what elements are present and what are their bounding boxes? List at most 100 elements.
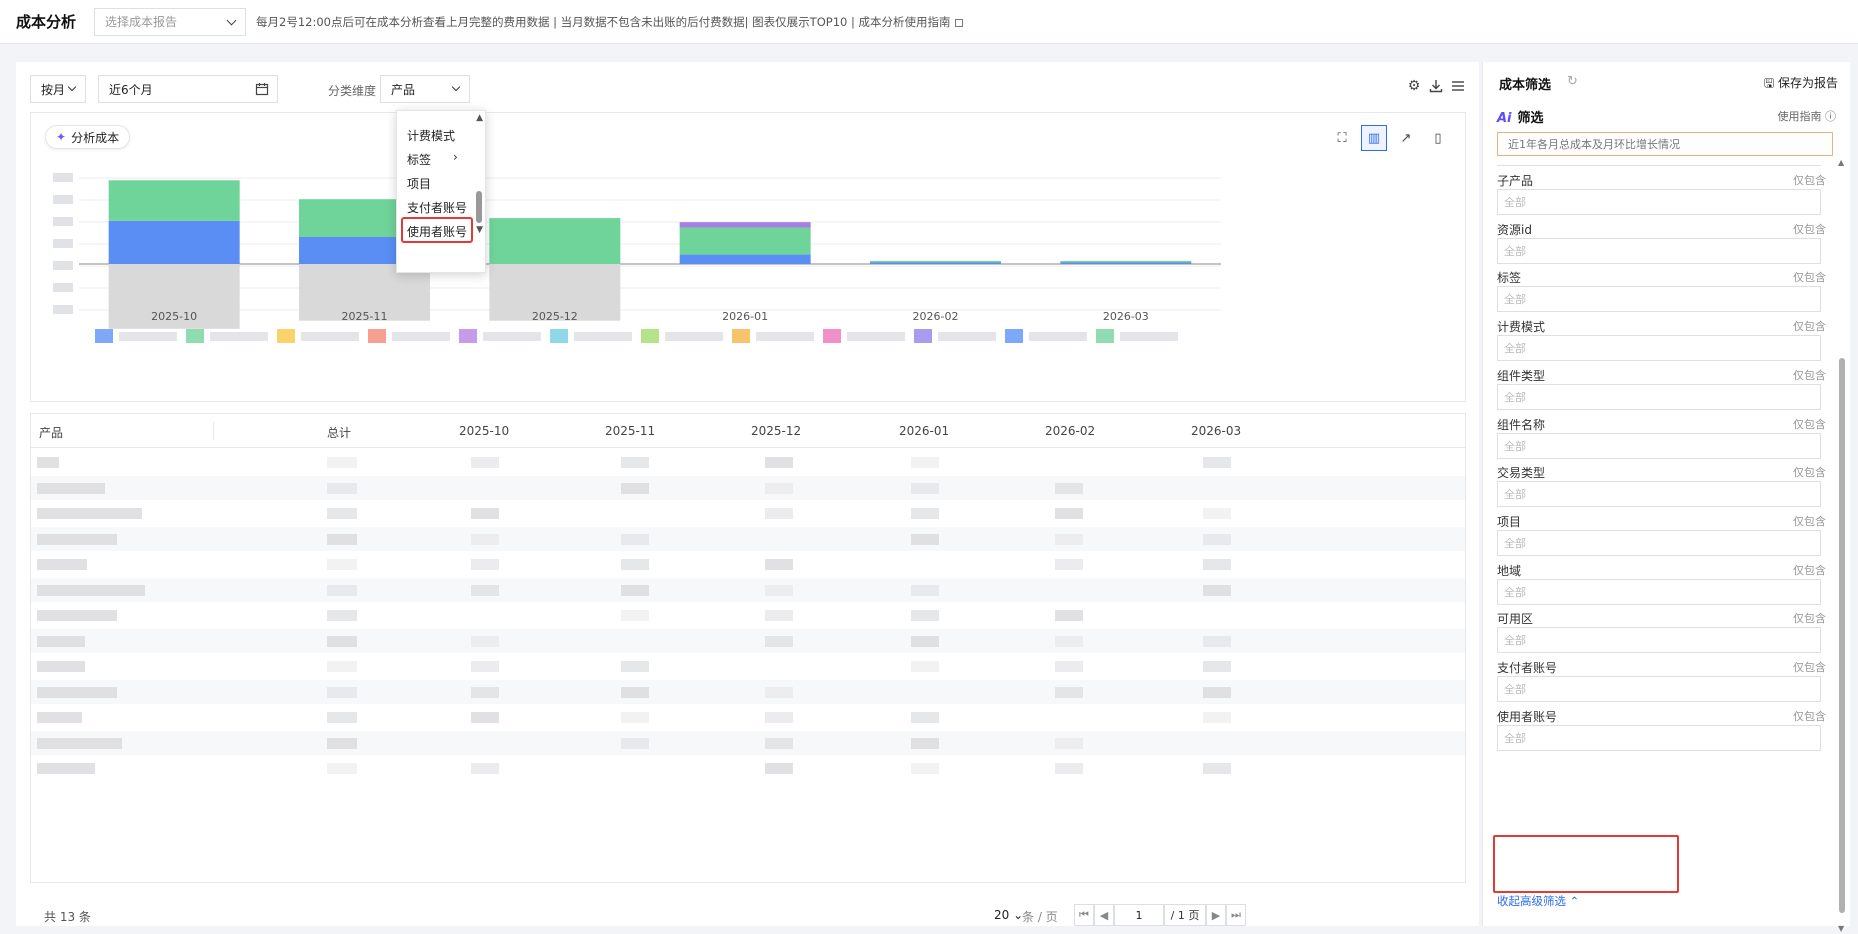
filter-field[interactable]: 全部 xyxy=(1497,237,1821,264)
table-row[interactable] xyxy=(31,628,1465,653)
filter-field-cutoff xyxy=(1497,162,1821,166)
filter-field[interactable]: 全部 xyxy=(1497,724,1821,751)
dropdown-item-project[interactable]: 项目 xyxy=(407,175,431,192)
prev-page-icon[interactable]: ◀ xyxy=(1094,904,1114,926)
filter-include-toggle[interactable]: 仅包含 xyxy=(1793,416,1826,432)
ai-query-input[interactable]: 近1年各月总成本及月环比增长情况 xyxy=(1497,132,1833,156)
filter-include-toggle[interactable]: 仅包含 xyxy=(1793,562,1826,578)
redacted-cell xyxy=(471,508,499,519)
legend-swatch xyxy=(277,329,295,343)
bar-segment xyxy=(870,261,1001,263)
filter-label: 项目 xyxy=(1497,514,1522,529)
filter-include-toggle[interactable]: 仅包含 xyxy=(1793,318,1826,334)
first-page-icon[interactable]: ⏮ xyxy=(1074,904,1094,926)
filter-include-toggle[interactable]: 仅包含 xyxy=(1793,513,1826,529)
dropdown-item-billing-mode[interactable]: 计费模式 xyxy=(407,127,455,144)
date-range-picker[interactable]: 近6个月 xyxy=(98,75,278,103)
table-row[interactable] xyxy=(31,705,1465,729)
redacted-cell xyxy=(327,661,357,672)
scroll-down-icon[interactable]: ▼ xyxy=(476,225,483,235)
filter-field[interactable]: 全部 xyxy=(1497,676,1821,702)
table-row[interactable] xyxy=(31,450,1465,474)
redacted-legend-label xyxy=(301,332,359,341)
filter-field[interactable]: 全部 xyxy=(1497,432,1821,459)
download-icon[interactable] xyxy=(1428,78,1444,94)
scroll-down-icon[interactable]: ▼ xyxy=(1838,924,1844,933)
filter-label: 地域 xyxy=(1497,563,1522,578)
page-size-select[interactable]: 20 ⌄ xyxy=(994,908,1023,922)
filter-include-toggle[interactable]: 仅包含 xyxy=(1793,269,1826,285)
scroll-up-icon[interactable]: ▲ xyxy=(1838,158,1844,167)
next-page-icon[interactable]: ▶ xyxy=(1206,904,1226,926)
redacted-cell xyxy=(327,712,357,723)
filter-field[interactable]: 全部 xyxy=(1497,578,1821,605)
redacted-cell xyxy=(621,610,649,621)
redacted-cell xyxy=(765,635,793,647)
page-input[interactable]: 1 xyxy=(1114,904,1164,926)
table-row[interactable] xyxy=(31,654,1465,678)
dropdown-item-payer-account[interactable]: 支付者账号 xyxy=(407,199,467,216)
columns-icon[interactable] xyxy=(1450,78,1466,94)
table-row[interactable] xyxy=(31,526,1465,551)
table-row[interactable] xyxy=(31,679,1465,704)
redacted-cell xyxy=(327,584,357,596)
bar-segment xyxy=(679,254,811,264)
filter-field[interactable]: 全部 xyxy=(1497,627,1821,654)
scroll-thumb[interactable] xyxy=(1839,358,1845,913)
redacted-legend-label xyxy=(1029,332,1087,341)
dropdown-scrollbar[interactable] xyxy=(476,191,482,223)
filter-include-toggle[interactable]: 仅包含 xyxy=(1793,659,1826,675)
report-select[interactable]: 选择成本报告 xyxy=(94,7,247,36)
col-header-2025-10: 2025-10 xyxy=(459,424,510,438)
last-page-icon[interactable]: ⏭ xyxy=(1226,904,1246,926)
save-report-button[interactable]: 🖫 保存为报告 xyxy=(1764,74,1838,95)
bar-segment xyxy=(108,220,240,264)
filter-include-toggle[interactable]: 仅包含 xyxy=(1793,367,1826,383)
redacted-cell xyxy=(327,635,357,647)
granularity-select[interactable]: 按月 xyxy=(30,75,86,103)
table-row[interactable] xyxy=(31,603,1465,627)
legend-swatch xyxy=(368,329,386,343)
filter-field[interactable]: 全部 xyxy=(1497,335,1821,362)
redacted-cell xyxy=(765,482,793,494)
redacted-cell xyxy=(471,559,499,570)
filter-field[interactable]: 全部 xyxy=(1497,383,1821,410)
filter-include-toggle[interactable]: 仅包含 xyxy=(1793,610,1826,626)
scroll-up-icon[interactable]: ▲ xyxy=(476,113,483,123)
dropdown-item-tag[interactable]: 标签 xyxy=(407,151,431,168)
redacted-legend-label xyxy=(210,332,268,341)
table-row[interactable] xyxy=(31,552,1465,576)
redacted-y-tick xyxy=(53,283,73,292)
table-row[interactable] xyxy=(31,730,1465,755)
table-row[interactable] xyxy=(31,501,1465,525)
x-tick-label: 2025-11 xyxy=(342,310,388,323)
dimension-select[interactable]: 产品 xyxy=(380,75,470,103)
notice-content: 每月2号12:00点后可在成本分析查看上月完整的费用数据 | 当月数据不包含未出… xyxy=(256,14,951,29)
external-link-icon[interactable] xyxy=(954,18,963,27)
collapse-advanced-filter[interactable]: 收起高级筛选 ⌃ xyxy=(1497,893,1579,909)
table-row[interactable] xyxy=(31,475,1465,500)
redacted-cell xyxy=(765,457,793,468)
settings-icon[interactable]: ⚙ xyxy=(1406,78,1422,94)
filter-include-toggle[interactable]: 仅包含 xyxy=(1793,708,1826,724)
filter-panel-scrollbar[interactable]: ▲ ▼ xyxy=(1838,158,1846,933)
filter-field[interactable]: 全部 xyxy=(1497,529,1821,556)
guide-link[interactable]: 使用指南 ⓘ xyxy=(1778,108,1837,124)
filter-include-toggle[interactable]: 仅包含 xyxy=(1793,221,1826,237)
redacted-cell xyxy=(471,686,499,698)
redacted-cell xyxy=(765,763,793,774)
legend-swatch xyxy=(823,329,841,343)
filter-include-toggle[interactable]: 仅包含 xyxy=(1793,172,1826,188)
redacted-cell xyxy=(765,610,793,621)
redacted-legend-label xyxy=(665,332,723,341)
refresh-icon[interactable]: ↻ xyxy=(1567,74,1578,89)
table-row[interactable] xyxy=(31,756,1465,780)
filter-include-toggle[interactable]: 仅包含 xyxy=(1793,464,1826,480)
redacted-cell xyxy=(621,584,649,596)
redacted-cell xyxy=(1055,763,1083,774)
filter-field[interactable]: 全部 xyxy=(1497,286,1821,313)
filter-field[interactable]: 全部 xyxy=(1497,189,1821,215)
legend-swatch xyxy=(186,329,204,343)
filter-field[interactable]: 全部 xyxy=(1497,481,1821,508)
table-row[interactable] xyxy=(31,577,1465,602)
